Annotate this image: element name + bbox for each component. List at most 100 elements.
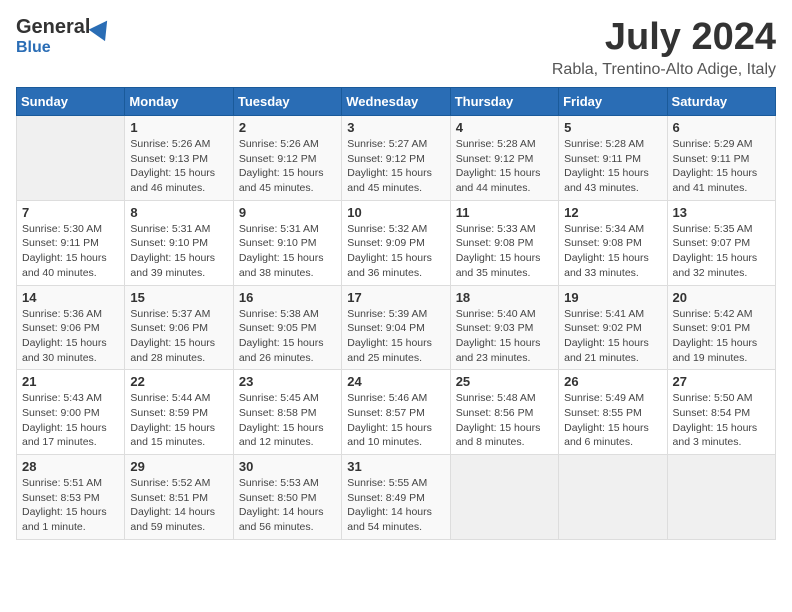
day-number: 24: [347, 374, 444, 389]
calendar-cell: 23 Sunrise: 5:45 AM Sunset: 8:58 PM Dayli…: [233, 370, 341, 455]
calendar-week: 28 Sunrise: 5:51 AM Sunset: 8:53 PM Dayli…: [17, 455, 776, 540]
day-info: Sunrise: 5:30 AM Sunset: 9:11 PM Dayligh…: [22, 222, 119, 281]
calendar-cell: 4 Sunrise: 5:28 AM Sunset: 9:12 PM Daylig…: [450, 116, 558, 201]
calendar-cell: 18 Sunrise: 5:40 AM Sunset: 9:03 PM Dayli…: [450, 285, 558, 370]
day-number: 9: [239, 205, 336, 220]
weekday-header: Sunday: [17, 88, 125, 116]
day-number: 17: [347, 290, 444, 305]
day-number: 4: [456, 120, 553, 135]
day-number: 29: [130, 459, 227, 474]
calendar-cell: 5 Sunrise: 5:28 AM Sunset: 9:11 PM Daylig…: [559, 116, 667, 201]
calendar-cell: 15 Sunrise: 5:37 AM Sunset: 9:06 PM Dayli…: [125, 285, 233, 370]
calendar-cell: [559, 455, 667, 540]
calendar-cell: 22 Sunrise: 5:44 AM Sunset: 8:59 PM Dayli…: [125, 370, 233, 455]
calendar-cell: 20 Sunrise: 5:42 AM Sunset: 9:01 PM Dayli…: [667, 285, 775, 370]
day-info: Sunrise: 5:41 AM Sunset: 9:02 PM Dayligh…: [564, 307, 661, 366]
calendar-cell: [667, 455, 775, 540]
calendar-table: SundayMondayTuesdayWednesdayThursdayFrid…: [16, 87, 776, 540]
day-number: 15: [130, 290, 227, 305]
day-number: 18: [456, 290, 553, 305]
day-number: 31: [347, 459, 444, 474]
day-number: 14: [22, 290, 119, 305]
calendar-cell: 16 Sunrise: 5:38 AM Sunset: 9:05 PM Dayli…: [233, 285, 341, 370]
day-info: Sunrise: 5:55 AM Sunset: 8:49 PM Dayligh…: [347, 476, 444, 535]
day-number: 1: [130, 120, 227, 135]
calendar-week: 7Sunrise: 5:30 AM Sunset: 9:11 PM Daylig…: [17, 200, 776, 285]
day-info: Sunrise: 5:37 AM Sunset: 9:06 PM Dayligh…: [130, 307, 227, 366]
calendar-cell: 25 Sunrise: 5:48 AM Sunset: 8:56 PM Dayli…: [450, 370, 558, 455]
day-number: 19: [564, 290, 661, 305]
month-title: July 2024: [552, 16, 776, 59]
calendar-cell: 17Sunrise: 5:39 AM Sunset: 9:04 PM Dayli…: [342, 285, 450, 370]
day-number: 25: [456, 374, 553, 389]
day-number: 22: [130, 374, 227, 389]
calendar-week: 1 Sunrise: 5:26 AM Sunset: 9:13 PM Daylig…: [17, 116, 776, 201]
day-info: Sunrise: 5:46 AM Sunset: 8:57 PM Dayligh…: [347, 391, 444, 450]
day-info: Sunrise: 5:49 AM Sunset: 8:55 PM Dayligh…: [564, 391, 661, 450]
day-number: 20: [673, 290, 770, 305]
weekday-header: Saturday: [667, 88, 775, 116]
calendar-cell: 11 Sunrise: 5:33 AM Sunset: 9:08 PM Dayli…: [450, 200, 558, 285]
day-number: 10: [347, 205, 444, 220]
day-number: 6: [673, 120, 770, 135]
weekday-header: Wednesday: [342, 88, 450, 116]
day-number: 28: [22, 459, 119, 474]
day-info: Sunrise: 5:36 AM Sunset: 9:06 PM Dayligh…: [22, 307, 119, 366]
calendar-cell: 7Sunrise: 5:30 AM Sunset: 9:11 PM Daylig…: [17, 200, 125, 285]
calendar-cell: 10 Sunrise: 5:32 AM Sunset: 9:09 PM Dayli…: [342, 200, 450, 285]
day-number: 23: [239, 374, 336, 389]
weekday-header: Friday: [559, 88, 667, 116]
calendar-cell: 19 Sunrise: 5:41 AM Sunset: 9:02 PM Dayli…: [559, 285, 667, 370]
day-number: 8: [130, 205, 227, 220]
calendar-cell: 8 Sunrise: 5:31 AM Sunset: 9:10 PM Daylig…: [125, 200, 233, 285]
calendar-cell: 3Sunrise: 5:27 AM Sunset: 9:12 PM Daylig…: [342, 116, 450, 201]
day-number: 26: [564, 374, 661, 389]
calendar-cell: 12Sunrise: 5:34 AM Sunset: 9:08 PM Dayli…: [559, 200, 667, 285]
title-section: July 2024 Rabla, Trentino-Alto Adige, It…: [552, 16, 776, 79]
day-info: Sunrise: 5:33 AM Sunset: 9:08 PM Dayligh…: [456, 222, 553, 281]
day-info: Sunrise: 5:29 AM Sunset: 9:11 PM Dayligh…: [673, 137, 770, 196]
day-number: 2: [239, 120, 336, 135]
logo-general: General: [16, 16, 90, 39]
calendar-week: 21Sunrise: 5:43 AM Sunset: 9:00 PM Dayli…: [17, 370, 776, 455]
day-info: Sunrise: 5:52 AM Sunset: 8:51 PM Dayligh…: [130, 476, 227, 535]
day-info: Sunrise: 5:28 AM Sunset: 9:12 PM Dayligh…: [456, 137, 553, 196]
day-info: Sunrise: 5:48 AM Sunset: 8:56 PM Dayligh…: [456, 391, 553, 450]
logo: General Blue: [16, 16, 112, 57]
day-info: Sunrise: 5:32 AM Sunset: 9:09 PM Dayligh…: [347, 222, 444, 281]
day-info: Sunrise: 5:44 AM Sunset: 8:59 PM Dayligh…: [130, 391, 227, 450]
calendar-cell: 26 Sunrise: 5:49 AM Sunset: 8:55 PM Dayli…: [559, 370, 667, 455]
day-info: Sunrise: 5:42 AM Sunset: 9:01 PM Dayligh…: [673, 307, 770, 366]
calendar-cell: 14 Sunrise: 5:36 AM Sunset: 9:06 PM Dayli…: [17, 285, 125, 370]
calendar-cell: 29 Sunrise: 5:52 AM Sunset: 8:51 PM Dayli…: [125, 455, 233, 540]
day-number: 12: [564, 205, 661, 220]
calendar-cell: 2Sunrise: 5:26 AM Sunset: 9:12 PM Daylig…: [233, 116, 341, 201]
day-info: Sunrise: 5:50 AM Sunset: 8:54 PM Dayligh…: [673, 391, 770, 450]
weekday-header: Tuesday: [233, 88, 341, 116]
calendar-week: 14 Sunrise: 5:36 AM Sunset: 9:06 PM Dayli…: [17, 285, 776, 370]
day-number: 5: [564, 120, 661, 135]
page-header: General Blue July 2024 Rabla, Trentino-A…: [16, 16, 776, 79]
day-info: Sunrise: 5:40 AM Sunset: 9:03 PM Dayligh…: [456, 307, 553, 366]
day-info: Sunrise: 5:35 AM Sunset: 9:07 PM Dayligh…: [673, 222, 770, 281]
day-number: 11: [456, 205, 553, 220]
day-info: Sunrise: 5:45 AM Sunset: 8:58 PM Dayligh…: [239, 391, 336, 450]
calendar-cell: 28 Sunrise: 5:51 AM Sunset: 8:53 PM Dayli…: [17, 455, 125, 540]
day-info: Sunrise: 5:31 AM Sunset: 9:10 PM Dayligh…: [130, 222, 227, 281]
day-number: 30: [239, 459, 336, 474]
day-info: Sunrise: 5:51 AM Sunset: 8:53 PM Dayligh…: [22, 476, 119, 535]
day-info: Sunrise: 5:26 AM Sunset: 9:13 PM Dayligh…: [130, 137, 227, 196]
calendar-cell: 30 Sunrise: 5:53 AM Sunset: 8:50 PM Dayli…: [233, 455, 341, 540]
calendar-cell: 13Sunrise: 5:35 AM Sunset: 9:07 PM Dayli…: [667, 200, 775, 285]
calendar-cell: 21Sunrise: 5:43 AM Sunset: 9:00 PM Dayli…: [17, 370, 125, 455]
day-number: 16: [239, 290, 336, 305]
day-info: Sunrise: 5:38 AM Sunset: 9:05 PM Dayligh…: [239, 307, 336, 366]
calendar-cell: 1 Sunrise: 5:26 AM Sunset: 9:13 PM Daylig…: [125, 116, 233, 201]
calendar-cell: 31 Sunrise: 5:55 AM Sunset: 8:49 PM Dayli…: [342, 455, 450, 540]
day-info: Sunrise: 5:28 AM Sunset: 9:11 PM Dayligh…: [564, 137, 661, 196]
day-info: Sunrise: 5:31 AM Sunset: 9:10 PM Dayligh…: [239, 222, 336, 281]
calendar-cell: 9 Sunrise: 5:31 AM Sunset: 9:10 PM Daylig…: [233, 200, 341, 285]
day-info: Sunrise: 5:53 AM Sunset: 8:50 PM Dayligh…: [239, 476, 336, 535]
day-number: 21: [22, 374, 119, 389]
logo-blue: Blue: [16, 39, 51, 56]
